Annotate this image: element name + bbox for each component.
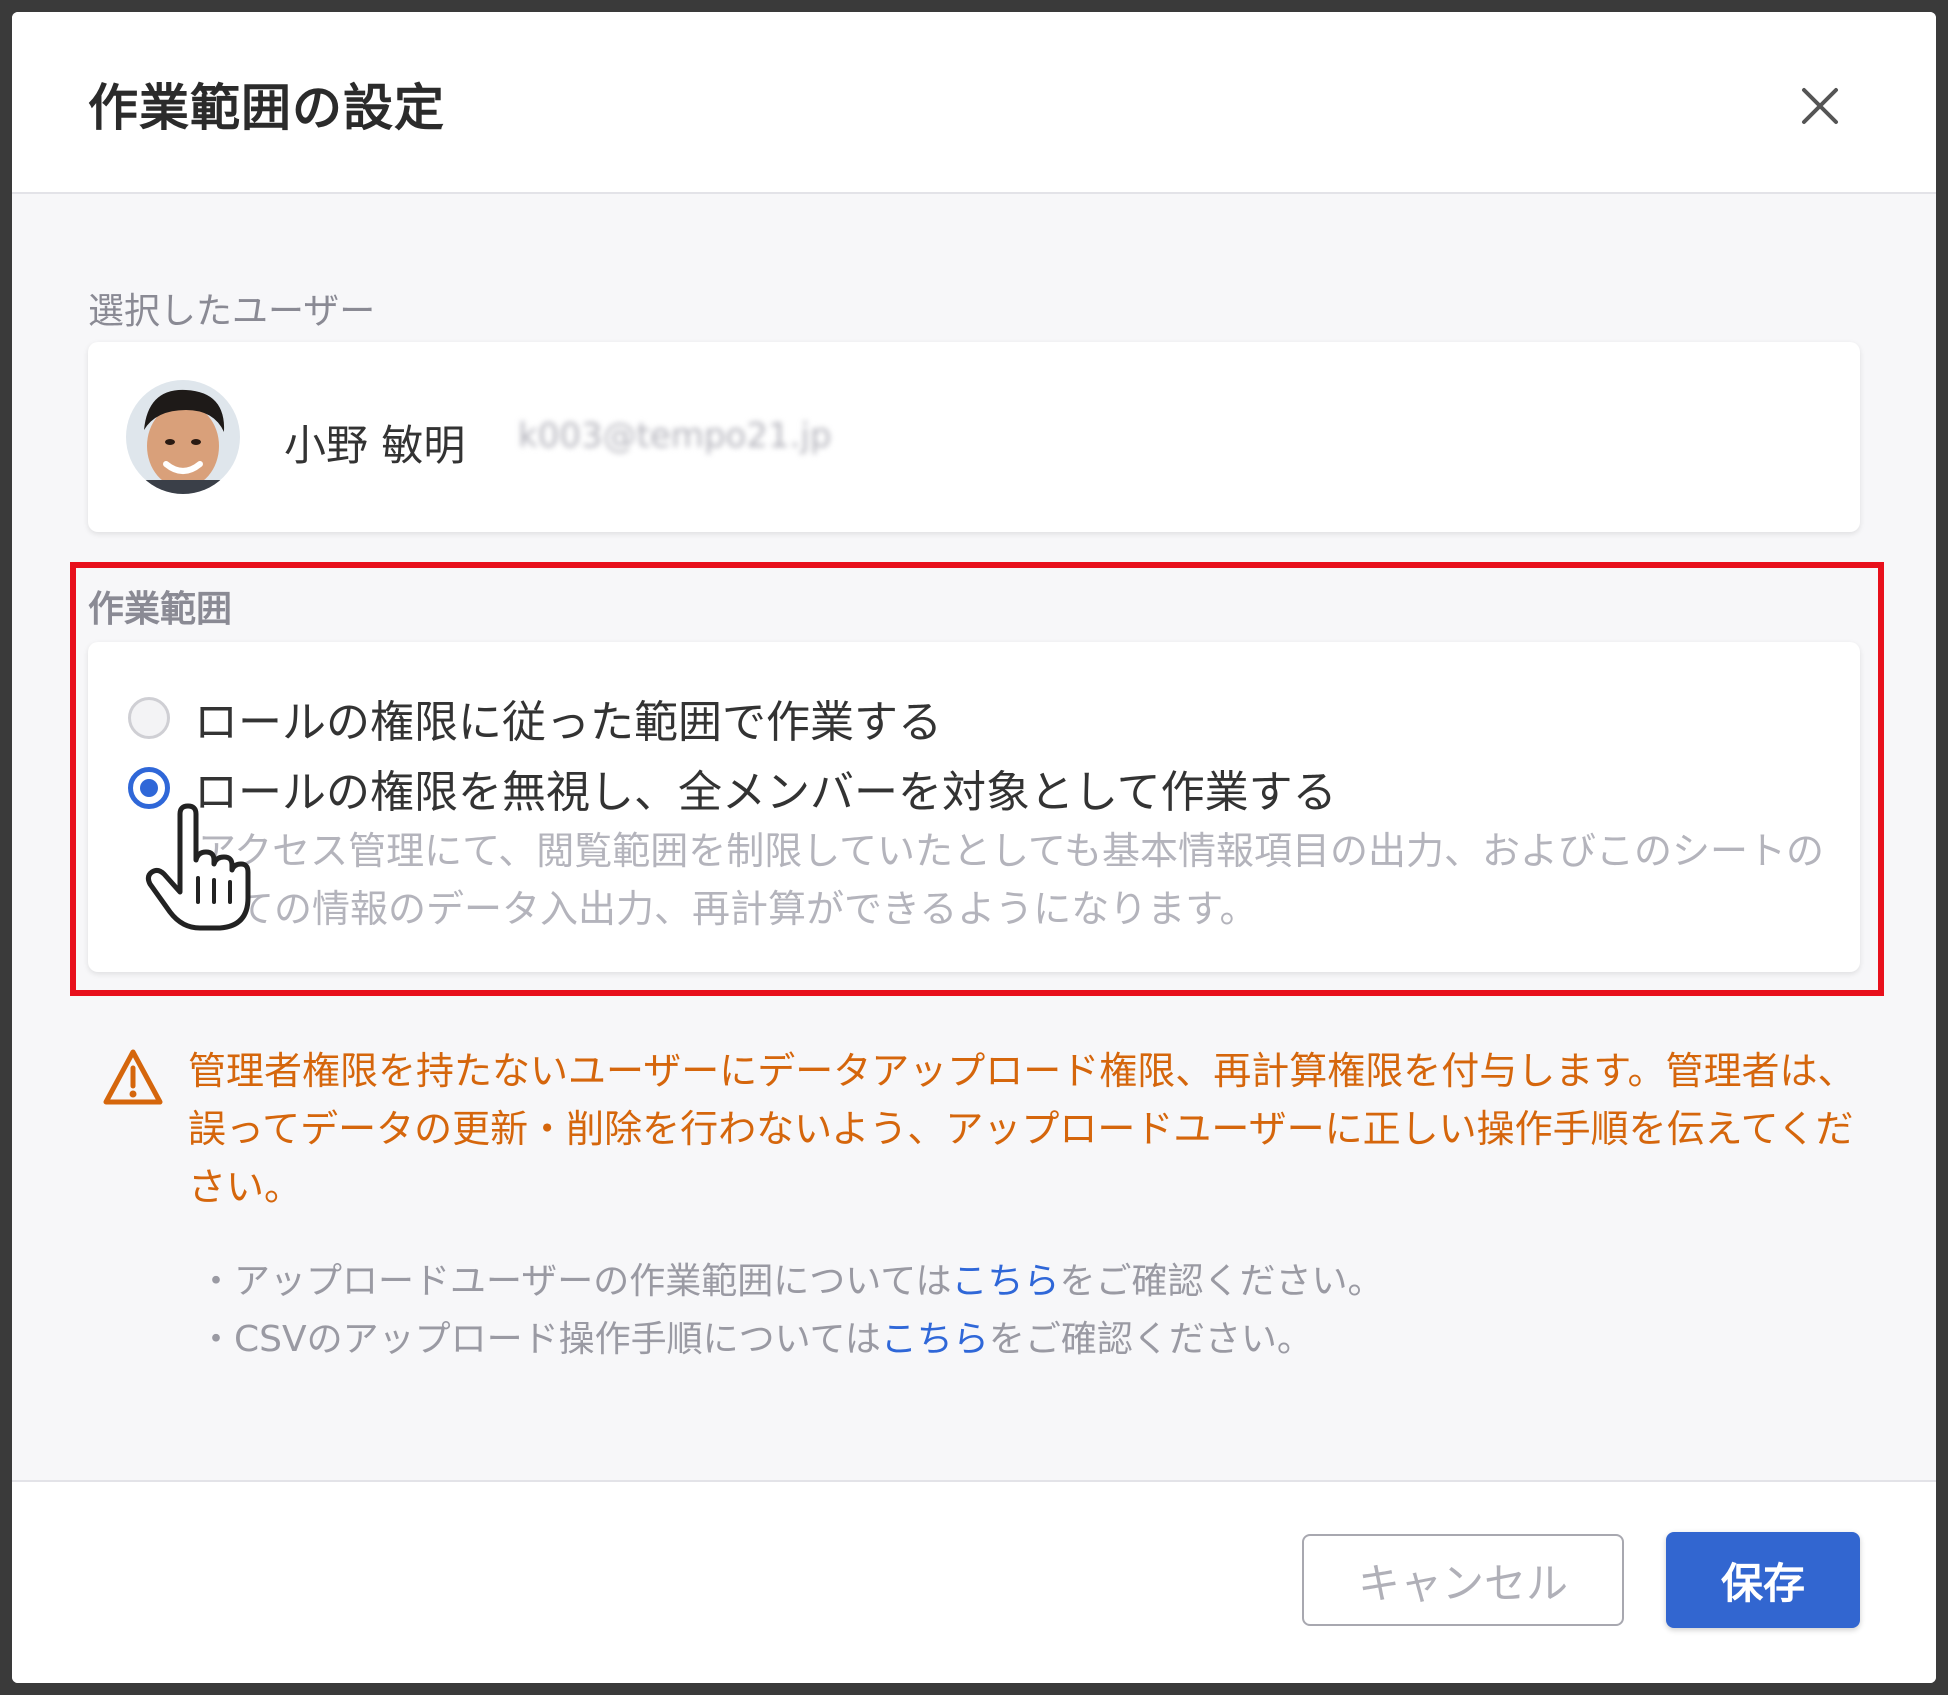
close-button[interactable] — [1790, 76, 1850, 136]
upload-scope-link[interactable]: こちら — [951, 1261, 1059, 1302]
note-text: をご確認ください。 — [1059, 1261, 1384, 1302]
scope-settings-dialog: 作業範囲の設定 選択したユーザー 小野 敏明 k003@tempo21.jp 作… — [12, 12, 1936, 1683]
warning-message: 管理者権限を持たないユーザーにデータアップロード権限、再計算権限を付与します。管… — [188, 1049, 1856, 1209]
save-button[interactable]: 保存 — [1666, 1532, 1860, 1628]
note-csv-procedure: ・CSVのアップロード操作手順についてはこちらをご確認ください。 — [198, 1310, 1313, 1362]
selected-user-card: 小野 敏明 k003@tempo21.jp — [88, 342, 1860, 532]
note-text: ・アップロードユーザーの作業範囲については — [198, 1261, 952, 1302]
selected-user-label: 選択したユーザー — [88, 291, 376, 332]
avatar — [126, 380, 240, 494]
note-text: ・CSVのアップロード操作手順については — [198, 1319, 881, 1360]
cancel-button[interactable]: キャンセル — [1302, 1534, 1624, 1626]
csv-procedure-link[interactable]: こちら — [881, 1319, 989, 1360]
hand-pointer-icon — [145, 803, 251, 931]
note-text: をご確認ください。 — [988, 1319, 1313, 1360]
dialog-footer: キャンセル 保存 — [12, 1480, 1936, 1683]
highlight-frame — [70, 562, 1884, 996]
user-email: k003@tempo21.jp — [518, 416, 832, 456]
user-name: 小野 敏明 — [284, 421, 466, 470]
warning-icon — [103, 1049, 163, 1105]
dialog-header: 作業範囲の設定 — [12, 12, 1936, 194]
close-icon — [1802, 88, 1838, 124]
note-upload-scope: ・アップロードユーザーの作業範囲についてはこちらをご確認ください。 — [198, 1252, 1384, 1304]
dialog-title: 作業範囲の設定 — [88, 79, 445, 137]
